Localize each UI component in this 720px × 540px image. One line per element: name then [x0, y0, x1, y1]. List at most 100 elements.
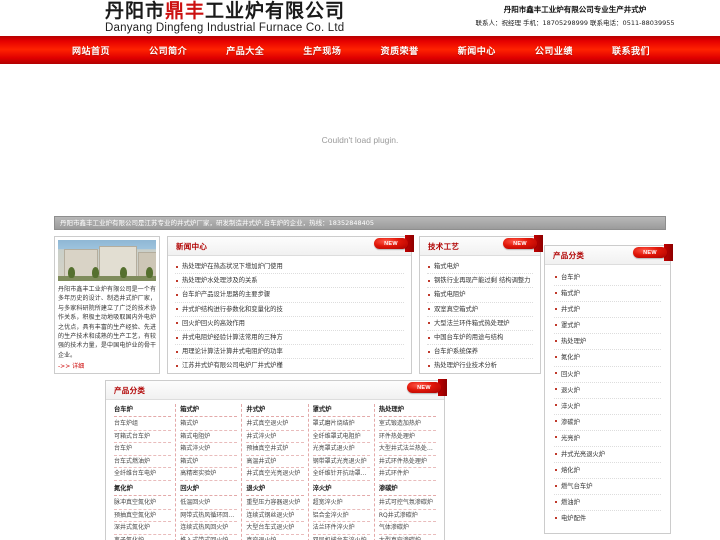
nav-item-home[interactable]: 网站首页: [72, 44, 110, 57]
product-item[interactable]: 台车炉组: [114, 418, 172, 431]
list-item[interactable]: 用理论计算法计算井式电阻炉的功率: [175, 345, 404, 360]
product-item[interactable]: 法兰环件淬火炉: [312, 522, 370, 535]
sidebar-item-taichelu[interactable]: 台车炉: [554, 270, 661, 287]
product-item[interactable]: 井式环件炉: [378, 468, 437, 481]
company-intro-more-link[interactable]: ->> 详细: [58, 361, 156, 370]
sidebar-item-huihuolu[interactable]: 回火炉: [554, 367, 661, 383]
product-item[interactable]: 井式真空退火炉: [246, 418, 304, 431]
list-item[interactable]: 热处理炉水处理涉及的关系: [175, 274, 404, 289]
nav-item-products[interactable]: 产品大全: [226, 44, 264, 57]
list-item[interactable]: 箱式电阻炉: [427, 288, 533, 303]
product-item[interactable]: 网带式热风循环回火炉: [180, 510, 238, 523]
list-item[interactable]: 井式炉结构进行参数化和变量化的技: [175, 303, 404, 317]
nav-item-honors[interactable]: 资质荣誉: [381, 44, 419, 57]
sidebar-item-cuihuolu[interactable]: 淬火炉: [554, 399, 661, 415]
product-item[interactable]: 推入式带式回火炉: [180, 535, 237, 540]
sidebar-item-xiangshilu[interactable]: 箱式炉: [554, 286, 661, 303]
product-item[interactable]: 可箱式台车炉: [114, 431, 172, 444]
product-column-title: 渗碳炉: [378, 483, 437, 496]
product-item[interactable]: 全纤维台车电炉: [114, 468, 172, 481]
list-item[interactable]: 热处理炉行业技术分析: [427, 359, 533, 372]
product-item[interactable]: 预抽真空井式炉: [246, 443, 304, 456]
sidebar-item-guangliang[interactable]: 光亮炉: [554, 431, 661, 448]
list-item[interactable]: 箱式电炉: [427, 260, 533, 275]
list-item[interactable]: 钢铁行业再现产能过剩 结构调整力: [427, 274, 533, 289]
product-item[interactable]: 高精密实验炉: [180, 468, 238, 481]
product-item[interactable]: 室式锻造加热炉: [378, 418, 437, 431]
product-item[interactable]: 台车式燃油炉: [114, 456, 172, 469]
header-contact-line: 联系人：祝经理 手机：18705298999 联系电话：0511-8803995…: [475, 19, 675, 27]
product-item[interactable]: 连续式热风回火炉: [180, 522, 238, 535]
company-name-en: Danyang Dingfeng Industrial Furnace Co. …: [105, 22, 345, 34]
nav-item-about[interactable]: 公司简介: [149, 44, 187, 57]
product-item[interactable]: RQ井式渗碳炉: [378, 510, 437, 523]
product-item[interactable]: 深井式氮化炉: [114, 522, 172, 535]
product-item[interactable]: 光亮罩式退火炉: [312, 443, 370, 456]
product-column-tuihuolu: 退火炉 重型压力容器退火炉 连续式钢丝退火炉 大型台车式退火炉 真空退火炉: [242, 482, 309, 540]
product-item[interactable]: 箱式电阻炉: [180, 431, 238, 444]
nav-item-news[interactable]: 新闻中心: [458, 44, 496, 57]
product-item[interactable]: 超宽淬火炉: [312, 497, 370, 510]
product-item[interactable]: 预抽真空氮化炉: [114, 510, 172, 523]
category-sidebar-title: 产品分类: [553, 250, 585, 260]
sidebar-item-shentanlu[interactable]: 渗碳炉: [554, 415, 661, 431]
sidebar-item-jingshi-guangliang[interactable]: 井式光亮退火炉: [554, 447, 661, 464]
product-item[interactable]: 低温回火炉: [180, 497, 238, 510]
list-item[interactable]: 双室真空箱式炉: [427, 303, 533, 317]
product-item[interactable]: 全纤维针开抗动罩式炉: [312, 468, 370, 481]
product-item[interactable]: 箱式淬火炉: [180, 443, 238, 456]
sidebar-item-tuihuolu[interactable]: 退火炉: [554, 383, 661, 399]
product-item[interactable]: 全纤维罩式电阻炉: [312, 431, 370, 444]
product-item[interactable]: 台车炉: [114, 443, 172, 456]
product-column-xiangshilu: 箱式炉 箱式炉 箱式电阻炉 箱式淬火炉 箱式炉 高精密实验炉: [176, 404, 243, 481]
sidebar-item-rechulilu[interactable]: 热处理炉: [554, 334, 661, 351]
product-item[interactable]: 双层机械台车淬火炉: [313, 535, 370, 540]
product-item[interactable]: 重型压力容器退火炉: [246, 497, 304, 510]
sidebar-item-zhaoshilu[interactable]: 罩式炉: [554, 318, 661, 335]
site-logo[interactable]: 丹阳市鼎丰工业炉有限公司 Danyang Dingfeng Industrial…: [105, 1, 345, 35]
news-center-header: 新闻中心 NEW: [168, 235, 414, 256]
sidebar-item-ronghualu[interactable]: 熔化炉: [554, 463, 661, 480]
nav-item-contact[interactable]: 联系我们: [612, 44, 650, 57]
list-item[interactable]: 井式电阻炉经验计算法常用的三种方: [175, 331, 404, 346]
product-item[interactable]: 环件热处理炉: [378, 431, 437, 444]
company-name-cn-pre: 丹阳市: [105, 0, 166, 22]
product-item[interactable]: 井式真空光亮退火炉: [246, 468, 304, 481]
product-item[interactable]: 箱式炉: [180, 418, 238, 431]
product-item[interactable]: 井式环件热处理炉: [378, 456, 437, 469]
sidebar-item-ranyoulu[interactable]: 燃油炉: [554, 495, 661, 512]
product-item[interactable]: 钢带罩式光亮退火炉: [312, 456, 370, 469]
product-item[interactable]: 井式淬火炉: [246, 431, 304, 444]
product-item[interactable]: 罩式磨片烧结炉: [312, 418, 370, 431]
list-item[interactable]: 台车炉产品设计思路的主要步骤: [175, 288, 404, 303]
list-item[interactable]: 热处理炉在热态状况下增加炉门使用: [175, 260, 404, 275]
product-grid-row: 氮化炉 脉冲真空氮化炉 预抽真空氮化炉 深井式氮化炉 离子氮化炉 回火炉 低温回…: [110, 482, 440, 540]
sidebar-item-ranqi-taiche[interactable]: 燃气台车炉: [554, 479, 661, 496]
nav-item-cases[interactable]: 公司业绩: [535, 44, 573, 57]
company-name-cn-post: 工业炉有限公司: [205, 0, 346, 22]
product-item[interactable]: 大型台车式退火炉: [246, 522, 304, 535]
product-item[interactable]: 大型井式法兰热处理炉: [378, 443, 437, 456]
product-item[interactable]: 气体渗碳炉: [378, 522, 437, 535]
list-item[interactable]: 江苏井式炉有限公司电炉厂井式炉槿: [175, 359, 404, 372]
sidebar-item-dianlupeijian[interactable]: 电炉配件: [554, 511, 661, 526]
nav-item-workshop[interactable]: 生产现场: [303, 44, 341, 57]
product-item[interactable]: 脉冲真空氮化炉: [114, 497, 172, 510]
product-item[interactable]: 高温井式炉: [246, 456, 304, 469]
list-item[interactable]: 大型法兰环件箱式热处理炉: [427, 317, 533, 332]
list-item[interactable]: 台车炉系统保养: [427, 345, 533, 360]
product-item[interactable]: 连续式钢丝退火炉: [246, 510, 304, 523]
product-column-title: 氮化炉: [114, 483, 172, 496]
product-item[interactable]: 箱式炉: [180, 456, 238, 469]
product-item[interactable]: 真空退火炉: [246, 535, 303, 540]
product-item[interactable]: 井式可控气氛渗碳炉: [378, 497, 437, 510]
product-column-rechulilu: 热处理炉 室式锻造加热炉 环件热处理炉 大型井式法兰热处理炉 井式环件热处理炉 …: [375, 404, 440, 481]
list-item[interactable]: 中国台车炉的用途与结构: [427, 331, 533, 346]
product-column-title: 箱式炉: [180, 404, 238, 417]
product-item[interactable]: 铝合金淬火炉: [312, 510, 370, 523]
list-item[interactable]: 回火炉回火的高效作用: [175, 317, 404, 332]
sidebar-item-danhualu[interactable]: 氮化炉: [554, 350, 661, 367]
product-item[interactable]: 离子氮化炉: [114, 535, 171, 540]
product-item[interactable]: 大型真空渗碳炉: [379, 535, 436, 540]
sidebar-item-jingshilu[interactable]: 井式炉: [554, 302, 661, 319]
